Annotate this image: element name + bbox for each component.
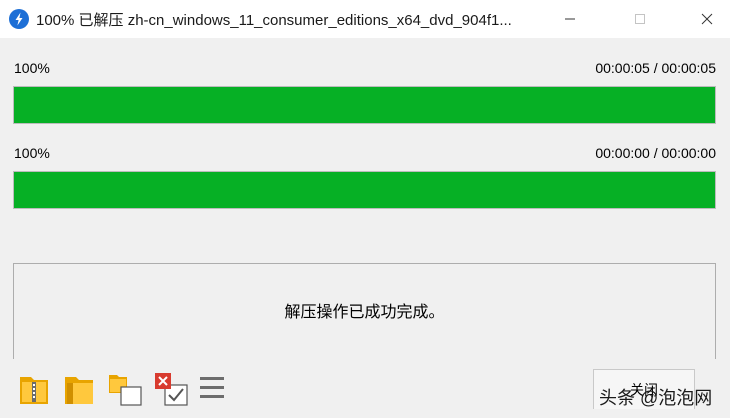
- menu-icon: [200, 377, 224, 398]
- menu-button[interactable]: [198, 371, 232, 407]
- maximize-icon: [635, 14, 645, 24]
- status-panel: 解压操作已成功完成。: [13, 263, 716, 359]
- app-icon: [9, 9, 29, 29]
- title-bar: 100% 已解压 zh-cn_windows_11_consumer_editi…: [0, 0, 730, 38]
- progress-2-time: 00:00:00 / 00:00:00: [595, 145, 716, 161]
- open-folder-icon: [65, 377, 93, 404]
- delete-archive-icon: [155, 373, 188, 406]
- delete-archive-button[interactable]: [153, 371, 188, 407]
- status-message: 解压操作已成功完成。: [284, 303, 445, 321]
- progress-bar-1-fill: [14, 87, 715, 123]
- copy-files-button[interactable]: [107, 371, 142, 407]
- progress-bar-1: [13, 86, 716, 124]
- minimize-button[interactable]: [547, 0, 593, 38]
- minimize-icon: [565, 18, 575, 20]
- progress-bar-2-fill: [14, 172, 715, 208]
- progress-bar-2: [13, 171, 716, 209]
- open-folder-button[interactable]: [63, 371, 97, 407]
- watermark-text: 头条 @泡泡网: [599, 388, 713, 408]
- open-archive-icon: [20, 377, 48, 404]
- progress-1-time: 00:00:05 / 00:00:05: [595, 60, 716, 76]
- progress-1-percent: 100%: [14, 60, 50, 76]
- copy-files-icon: [109, 375, 142, 406]
- close-window-button[interactable]: [684, 0, 730, 38]
- open-archive-button[interactable]: [18, 371, 52, 407]
- maximize-button[interactable]: [617, 0, 663, 38]
- progress-2-percent: 100%: [14, 145, 50, 161]
- close-icon: [701, 13, 713, 25]
- window-title: 100% 已解压 zh-cn_windows_11_consumer_editi…: [36, 12, 512, 29]
